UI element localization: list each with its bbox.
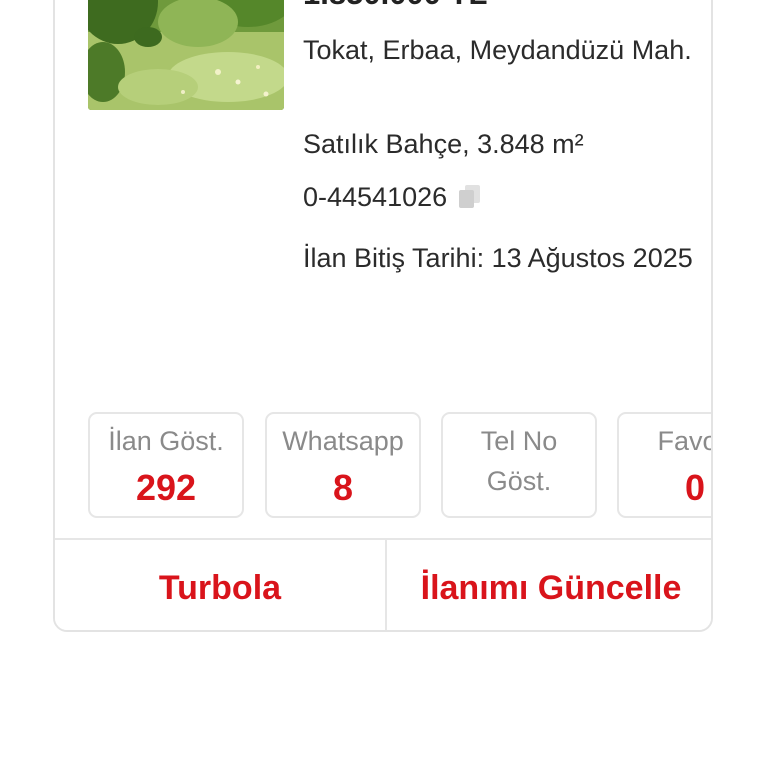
- listing-photo-image: [88, 0, 284, 110]
- listing-type: Satılık Bahçe, 3.848 m²: [303, 129, 584, 159]
- listing-price: 1.850.000 TL: [303, 0, 487, 12]
- stat-label: Whatsapp: [282, 426, 404, 456]
- listing-location: Tokat, Erbaa, Meydandüzü Mah.: [303, 35, 692, 65]
- copy-icon[interactable]: [459, 185, 481, 209]
- stat-label: İlan Göst.: [108, 426, 224, 456]
- listing-end-date: İlan Bitiş Tarihi: 13 Ağustos 2025: [303, 243, 693, 273]
- action-bar: Turbola İlanımı Güncelle: [55, 538, 711, 630]
- update-listing-button[interactable]: İlanımı Güncelle: [387, 540, 711, 630]
- stats-row: İlan Göst. 292 Whatsapp 8 Tel No Göst. F…: [88, 412, 711, 520]
- stat-value: 292: [135, 467, 197, 508]
- listing-id: 0-44541026: [303, 182, 448, 212]
- stat-value: 0: [684, 467, 706, 508]
- stat-label: Tel No: [480, 426, 558, 456]
- listing-thumbnail[interactable]: [88, 0, 284, 110]
- stat-label-line2: Göst.: [486, 466, 552, 496]
- listing-card[interactable]: 1.850.000 TL Tokat, Erbaa, Meydandüzü Ma…: [53, 0, 713, 632]
- turbo-button[interactable]: Turbola: [55, 540, 387, 630]
- stat-card-favorites: Favori 0: [617, 412, 711, 518]
- stat-card-whatsapp: Whatsapp 8: [265, 412, 421, 518]
- listing-id-row: 0-44541026: [303, 177, 481, 217]
- stat-card-views: İlan Göst. 292: [88, 412, 244, 518]
- stat-value: 8: [332, 467, 354, 508]
- stat-label: Favori: [657, 426, 711, 456]
- stat-card-phone: Tel No Göst.: [441, 412, 597, 518]
